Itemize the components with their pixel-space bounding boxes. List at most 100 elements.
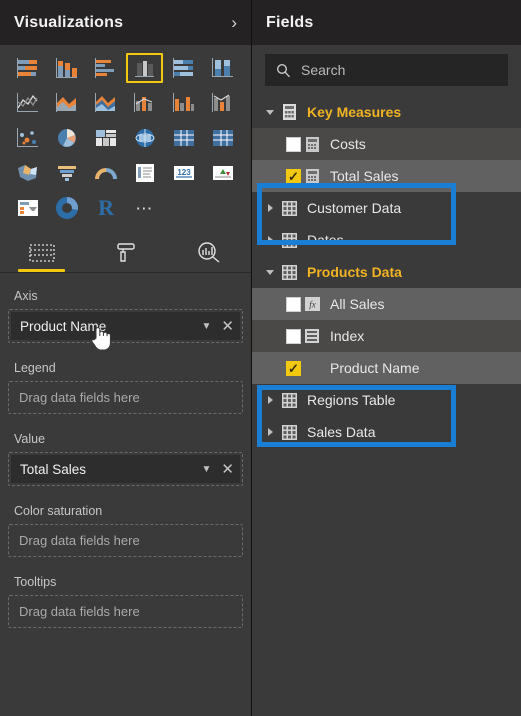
field-checkbox[interactable] bbox=[286, 328, 301, 344]
table-icon bbox=[278, 392, 300, 408]
search-icon bbox=[276, 63, 290, 77]
viz-100-percent-stacked-column-chart[interactable] bbox=[204, 53, 241, 83]
measure-icon bbox=[301, 136, 323, 152]
chevron-down-icon[interactable]: ▼ bbox=[202, 464, 212, 475]
viz-line-chart[interactable] bbox=[10, 88, 47, 118]
ellipsis-icon: ⋯ bbox=[135, 198, 155, 218]
field-table-dates[interactable]: Dates bbox=[252, 224, 521, 256]
expand-arrow-right-icon[interactable] bbox=[262, 203, 278, 213]
viz-pie-chart[interactable] bbox=[49, 123, 86, 153]
viz-scatter-chart[interactable] bbox=[10, 123, 47, 153]
viz-line-and-stacked-column-chart[interactable] bbox=[126, 88, 163, 118]
active-tab-indicator bbox=[18, 269, 66, 272]
field-pill-value[interactable]: Total Sales ▼ ✕ bbox=[11, 455, 240, 483]
viz-more-options[interactable]: ⋯ bbox=[126, 193, 163, 223]
field-pill-value-label: Total Sales bbox=[20, 461, 87, 477]
well-color-saturation[interactable]: Drag data fields here bbox=[8, 524, 243, 557]
field-table-products-data[interactable]: Products Data bbox=[252, 256, 521, 288]
viz-funnel-chart[interactable] bbox=[49, 158, 86, 188]
field-checkbox[interactable] bbox=[286, 296, 301, 312]
tab-fields[interactable] bbox=[0, 233, 84, 272]
field-checkbox[interactable] bbox=[286, 360, 301, 376]
viz-filled-map[interactable] bbox=[10, 158, 47, 188]
field-label: Customer Data bbox=[307, 200, 402, 216]
chevron-down-icon[interactable]: ▼ bbox=[202, 321, 212, 332]
search-container: Search bbox=[252, 45, 521, 94]
field-checkbox[interactable] bbox=[286, 168, 301, 184]
r-glyph: R bbox=[98, 195, 115, 220]
well-axis[interactable]: Product Name ▼ ✕ bbox=[8, 309, 243, 351]
tab-analytics[interactable] bbox=[167, 233, 251, 272]
viz-area-chart[interactable] bbox=[49, 88, 86, 118]
power-bi-panes: Visualizations › 123 R ⋯ Axis Product Na… bbox=[0, 0, 521, 716]
viz-gauge-chart[interactable] bbox=[88, 158, 125, 188]
well-label-legend: Legend bbox=[14, 361, 56, 375]
field-label: Index bbox=[330, 328, 365, 344]
visual-settings-tabs bbox=[0, 233, 251, 273]
remove-field-icon[interactable]: ✕ bbox=[221, 319, 234, 334]
viz-slicer[interactable] bbox=[10, 193, 47, 223]
field-item-product-name[interactable]: Product Name bbox=[252, 352, 521, 384]
field-checkbox[interactable] bbox=[286, 136, 301, 152]
viz-stacked-bar-chart[interactable] bbox=[10, 53, 47, 83]
viz-map[interactable] bbox=[126, 123, 163, 153]
field-label: Product Name bbox=[330, 360, 420, 376]
field-wells: Axis Product Name ▼ ✕ Legend Drag data f… bbox=[0, 273, 251, 716]
viz-r-script-visual[interactable]: R bbox=[88, 193, 125, 223]
visualizations-pane: Visualizations › 123 R ⋯ Axis Product Na… bbox=[0, 0, 252, 716]
svg-text:123: 123 bbox=[177, 168, 191, 177]
viz-clustered-bar-chart[interactable] bbox=[88, 53, 125, 83]
fx-icon: fx bbox=[301, 297, 323, 311]
field-item-index[interactable]: Index bbox=[252, 320, 521, 352]
fields-table-icon bbox=[29, 243, 55, 262]
viz-matrix[interactable] bbox=[204, 123, 241, 153]
well-tooltips[interactable]: Drag data fields here bbox=[8, 595, 243, 628]
viz-stacked-column-chart[interactable] bbox=[49, 53, 86, 83]
tab-format[interactable] bbox=[84, 233, 168, 272]
expand-arrow-down-icon[interactable] bbox=[262, 108, 278, 117]
viz-line-and-clustered-column-chart[interactable] bbox=[165, 88, 202, 118]
field-item-costs[interactable]: Costs bbox=[252, 128, 521, 160]
expand-arrow-right-icon[interactable] bbox=[262, 427, 278, 437]
viz-donut-chart[interactable] bbox=[49, 193, 86, 223]
viz-multi-row-card[interactable] bbox=[126, 158, 163, 188]
field-label: Regions Table bbox=[307, 392, 396, 408]
viz-100-percent-stacked-bar-chart[interactable] bbox=[165, 53, 202, 83]
expand-arrow-right-icon[interactable] bbox=[262, 235, 278, 245]
mouse-cursor-hand-icon bbox=[91, 327, 111, 351]
viz-table[interactable] bbox=[165, 123, 202, 153]
well-label-tooltips: Tooltips bbox=[14, 575, 57, 589]
field-label: Sales Data bbox=[307, 424, 376, 440]
viz-kpi[interactable] bbox=[204, 158, 241, 188]
well-legend[interactable]: Drag data fields here bbox=[8, 381, 243, 414]
field-item-all-sales[interactable]: fx All Sales bbox=[252, 288, 521, 320]
fields-header: Fields bbox=[252, 0, 521, 45]
fields-pane: Fields Search Key Measures Costs ✓ Total… bbox=[252, 0, 521, 716]
chevron-right-icon[interactable]: › bbox=[231, 14, 237, 31]
column-icon bbox=[301, 329, 323, 343]
page-title: Visualizations bbox=[14, 13, 124, 31]
field-pill-axis[interactable]: Product Name ▼ ✕ bbox=[11, 312, 240, 351]
expand-arrow-down-icon[interactable] bbox=[262, 268, 278, 277]
viz-clustered-column-chart[interactable] bbox=[126, 53, 164, 83]
field-table-regions-table[interactable]: Regions Table bbox=[252, 384, 521, 416]
table-icon bbox=[278, 232, 300, 248]
table-icon bbox=[278, 264, 300, 280]
expand-arrow-right-icon[interactable] bbox=[262, 395, 278, 405]
viz-card[interactable]: 123 bbox=[165, 158, 202, 188]
viz-ribbon-chart[interactable] bbox=[204, 88, 241, 118]
remove-field-icon[interactable]: ✕ bbox=[221, 462, 234, 477]
well-label-color-saturation: Color saturation bbox=[14, 504, 103, 518]
viz-stacked-area-chart[interactable] bbox=[88, 88, 125, 118]
measure-icon bbox=[301, 168, 323, 184]
search-input[interactable]: Search bbox=[265, 54, 508, 86]
field-item-total-sales[interactable]: Total Sales bbox=[252, 160, 521, 192]
field-table-sales-data[interactable]: Sales Data bbox=[252, 416, 521, 448]
search-placeholder: Search bbox=[301, 62, 346, 78]
field-table-customer-data[interactable]: Customer Data bbox=[252, 192, 521, 224]
viz-treemap[interactable] bbox=[88, 123, 125, 153]
well-value[interactable]: Total Sales ▼ ✕ bbox=[8, 452, 243, 486]
measure-table-icon bbox=[278, 104, 300, 120]
fields-title: Fields bbox=[266, 13, 314, 31]
field-table-key-measures[interactable]: Key Measures bbox=[252, 96, 521, 128]
